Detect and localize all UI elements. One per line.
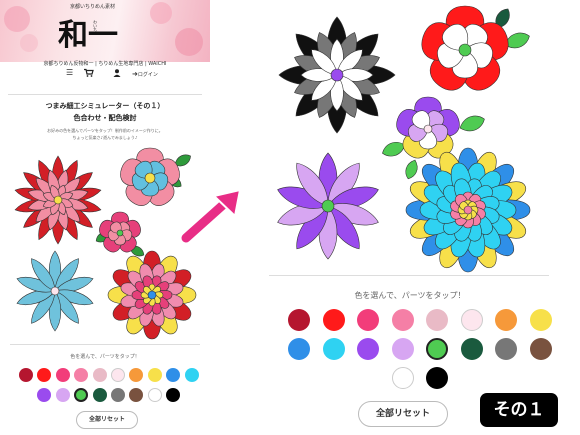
left-swatch-15[interactable] [111,388,125,402]
flower-center[interactable] [144,172,156,184]
flower-light-blue[interactable] [15,250,95,332]
zoomed-simulator-view: 色を選んで、パーツをタップ！ 全部リセット [265,0,555,435]
right-swatch-3[interactable] [357,309,379,331]
right-swatch-17[interactable] [391,367,414,389]
flower-center[interactable] [147,290,157,300]
logo[interactable]: 和一 [58,10,118,54]
flower-red-yellow[interactable] [107,250,197,340]
left-swatch-11[interactable] [37,388,52,402]
right-swatch-11[interactable] [357,338,379,360]
flower-center[interactable] [116,229,124,237]
left-swatch-14[interactable] [92,388,107,402]
left-swatch-17[interactable] [147,388,162,402]
flower-center[interactable] [463,205,473,215]
right-swatch-16[interactable] [529,338,552,360]
right-swatch-2[interactable] [322,309,345,331]
right-swatch-9[interactable] [288,338,310,360]
right-flower-canvas [275,5,531,273]
right-swatch-1[interactable] [288,309,310,331]
left-swatch-13[interactable] [74,388,89,402]
flower-pink-blue[interactable] [117,147,182,210]
flower-purple-lilac[interactable] [275,152,381,260]
left-swatch-16[interactable] [129,388,144,402]
right-swatch-13[interactable] [426,338,448,360]
header-banner: 京都いちりめん素材 和一 わいち [0,0,210,62]
left-swatch-2[interactable] [37,368,52,382]
badge-sono1: その１ [480,393,558,427]
right-swatch-18[interactable] [426,367,448,389]
left-swatch-9[interactable] [166,368,181,382]
left-swatch-8[interactable] [147,368,162,382]
right-swatch-4[interactable] [391,309,414,331]
logo-text: 和一 [58,18,118,53]
palette-prompt-right: 色を選んで、パーツをタップ！ [354,291,466,300]
left-swatch-3[interactable] [55,368,70,382]
right-swatch-7[interactable] [495,309,517,331]
leaf[interactable] [403,158,420,180]
site-name: 京都ちりめん反物和一 | ちりめん生地専門店 | WAICHI [43,61,167,67]
logo-sub: わいち [93,20,98,32]
flower-center[interactable] [330,68,344,82]
right-swatch-15[interactable] [495,338,517,360]
reset-all-button-left[interactable]: 全部リセット [76,411,138,429]
flower-black-gray[interactable] [278,16,396,134]
tagline: 京都いちりめん素材 [70,4,116,10]
right-swatch-12[interactable] [391,338,414,360]
left-swatch-1[interactable] [19,368,33,382]
left-swatch-6[interactable] [111,368,125,382]
left-swatch-7[interactable] [129,368,144,382]
flower-center[interactable] [321,199,335,213]
right-swatch-5[interactable] [426,309,448,331]
left-swatch-10[interactable] [184,368,199,382]
right-swatch-6[interactable] [460,309,483,331]
flower-blue-yellow[interactable] [405,147,531,273]
login-label: ログイン [137,72,158,78]
flower-center[interactable] [50,286,60,296]
nav-bar: ☰ ➜ログイン [0,68,210,82]
right-swatch-14[interactable] [460,338,483,360]
right-swatch-10[interactable] [322,338,345,360]
right-swatch-8[interactable] [529,309,552,331]
login-link[interactable]: ➜ログイン [132,69,158,78]
left-swatch-5[interactable] [92,368,107,382]
flower-center[interactable] [53,195,63,205]
description-line-2: ちょっと気楽さ♪遊んでみましょう♪ [72,135,138,140]
arrow-icon [179,189,241,245]
reset-all-button-right[interactable]: 全部リセット [358,401,448,427]
description-line-1: お好みの色を選んでパーツをタップ！制作前のイメージ作りに。 [47,128,163,133]
flower-center[interactable] [423,124,433,134]
menu-icon[interactable]: ☰ [66,68,73,77]
palette-prompt-left: 色を選んで、パーツをタップ！ [70,354,140,360]
cart-icon[interactable] [84,68,94,78]
flower-red-pink[interactable] [14,155,102,245]
page-subtitle: 色合わせ・配色検討 [73,114,137,122]
left-swatch-12[interactable] [55,388,70,402]
page-title: つまみ細工シミュレーター（その１） [45,102,165,110]
left-swatch-18[interactable] [166,388,181,402]
leaf[interactable] [458,113,487,135]
flower-purple-yellow[interactable] [393,96,462,163]
left-swatch-4[interactable] [74,368,89,382]
flower-center[interactable] [458,43,472,57]
user-icon[interactable] [113,68,121,78]
